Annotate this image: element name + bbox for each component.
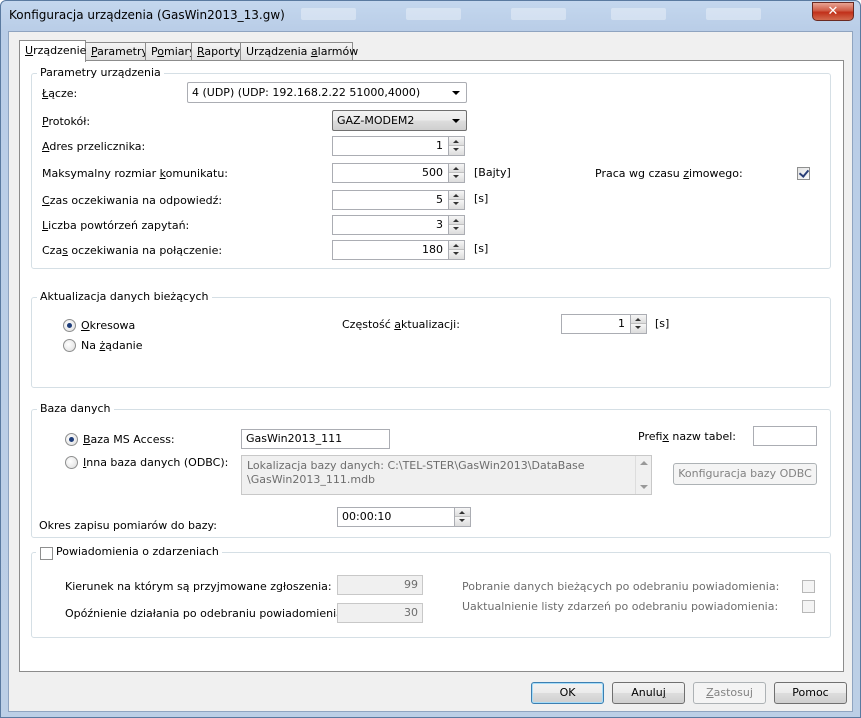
kierunek-input[interactable]: 99	[337, 575, 423, 595]
tab-urzadzenia-alarmow[interactable]: Urządzenia alarmów	[240, 42, 358, 61]
spin-buttons[interactable]	[448, 137, 464, 155]
lokalizacja-textarea[interactable]: Lokalizacja bazy danych: C:\TEL-STER\Gas…	[241, 455, 652, 495]
spin-buttons[interactable]	[454, 508, 470, 526]
prefix-label: Prefix nazw tabel:	[638, 430, 736, 443]
background-window-title	[406, 8, 461, 20]
na-zadanie-radio[interactable]	[63, 339, 76, 352]
odbc-label[interactable]: Inna baza danych (ODBC):	[83, 456, 228, 469]
group-parametry-urzadzenia: Parametry urządzenia Łącze: 4 (UDP) (UDP…	[31, 66, 831, 269]
odbc-config-button[interactable]: Konfiguracja bazy ODBC	[673, 463, 817, 485]
group-label: Baza danych	[37, 402, 114, 415]
spin-buttons[interactable]	[448, 216, 464, 234]
czas-odp-stepper[interactable]: 5	[332, 190, 465, 210]
czas-odp-unit: [s]	[474, 192, 489, 205]
spin-buttons[interactable]	[448, 241, 464, 259]
czas-pol-label: Czas oczekiwania na połączenie:	[42, 244, 223, 257]
ms-access-label[interactable]: Baza MS Access:	[83, 433, 175, 446]
window-title: Konfiguracja urządzenia (GasWin2013_13.g…	[9, 8, 285, 22]
protokol-select[interactable]: GAZ-MODEM2	[332, 110, 467, 131]
opoznienie-input[interactable]: 30	[337, 603, 423, 623]
praca-zimowa-checkbox[interactable]	[797, 167, 810, 180]
tab-urzadzenie[interactable]: Urządzenie	[19, 40, 86, 62]
lokalizacja-text: \GasWin2013_111.mdb	[247, 473, 376, 486]
lacze-select[interactable]: 4 (UDP) (UDP: 192.168.2.22 51000,4000)	[187, 82, 467, 103]
czestosc-stepper[interactable]: 1	[561, 314, 647, 334]
odbc-radio[interactable]	[65, 456, 78, 469]
tab-raporty[interactable]: Raporty	[191, 42, 241, 61]
czas-odp-label: Czas oczekiwania na odpowiedź:	[42, 194, 223, 207]
okresowa-label[interactable]: Okresowa	[81, 319, 135, 332]
lokalizacja-text: Lokalizacja bazy danych: C:\TEL-STER\Gas…	[247, 459, 585, 472]
group-powiadomienia: Powiadomienia o zdarzeniach Kierunek na …	[31, 545, 831, 638]
lacze-label: Łącze:	[42, 87, 78, 100]
pobranie-checkbox[interactable]	[802, 580, 815, 593]
close-icon: ✕	[827, 4, 839, 19]
cancel-button[interactable]: Anuluj	[612, 682, 685, 704]
na-zadanie-label[interactable]: Na żądanie	[81, 339, 143, 352]
opoznienie-label: Opóźnienie działania po odebraniu powiad…	[65, 607, 347, 620]
max-rozmiar-stepper[interactable]: 500	[332, 163, 465, 183]
dialog-window: Konfiguracja urządzenia (GasWin2013_13.g…	[0, 0, 861, 718]
czas-pol-stepper[interactable]: 180	[332, 240, 465, 260]
tab-panel-urzadzenie: Parametry urządzenia Łącze: 4 (UDP) (UDP…	[19, 60, 844, 672]
background-window-title	[301, 8, 356, 20]
protokol-label: Protokół:	[42, 115, 91, 128]
ms-access-radio[interactable]	[65, 433, 78, 446]
vertical-scrollbar[interactable]	[635, 456, 651, 494]
help-button[interactable]: Pomoc	[774, 682, 847, 704]
spin-buttons[interactable]	[630, 315, 646, 333]
dialog-client-area: Urządzenie Parametry Pomiary Raporty Urz…	[8, 31, 853, 712]
apply-button[interactable]: Zastosuj	[693, 682, 766, 704]
group-aktualizacja: Aktualizacja danych bieżących Okresowa N…	[31, 290, 831, 388]
okresowa-radio[interactable]	[63, 319, 76, 332]
czas-pol-unit: [s]	[474, 242, 489, 255]
praca-zimowa-label: Praca wg czasu zimowego:	[595, 167, 743, 180]
czestosc-label: Częstość aktualizacji:	[342, 318, 460, 331]
group-baza-danych: Baza danych Baza MS Access: GasWin2013_1…	[31, 402, 831, 538]
powtorzenia-stepper[interactable]: 3	[332, 215, 465, 235]
max-rozmiar-label: Maksymalny rozmiar komunikatu:	[42, 167, 228, 180]
adres-label: Adres przelicznika:	[42, 140, 146, 153]
ms-access-input[interactable]: GasWin2013_111	[241, 429, 390, 449]
adres-stepper[interactable]: 1	[332, 136, 465, 156]
tab-pomiary[interactable]: Pomiary	[145, 42, 196, 61]
background-window-title	[706, 8, 761, 20]
okres-zapisu-label: Okres zapisu pomiarów do bazy:	[39, 519, 217, 532]
ok-button[interactable]: OK	[531, 682, 604, 704]
powtorzenia-label: Liczba powtórzeń zapytań:	[42, 219, 190, 232]
chevron-down-icon	[452, 91, 460, 95]
group-label: Parametry urządzenia	[37, 66, 164, 79]
max-rozmiar-unit: [Bajty]	[474, 166, 511, 179]
group-label: Powiadomienia o zdarzeniach	[36, 545, 222, 558]
spin-buttons[interactable]	[448, 164, 464, 182]
czestosc-unit: [s]	[655, 317, 670, 330]
group-label: Aktualizacja danych bieżących	[37, 290, 212, 303]
uaktualnienie-label: Uaktualnienie listy zdarzeń po odebraniu…	[462, 600, 779, 613]
background-window-title	[511, 8, 566, 20]
tab-parametry[interactable]: Parametry	[85, 42, 148, 61]
background-window-title	[611, 8, 666, 20]
powiadomienia-checkbox[interactable]	[40, 547, 53, 560]
spin-buttons[interactable]	[448, 191, 464, 209]
chevron-down-icon	[452, 119, 460, 123]
prefix-input[interactable]	[753, 426, 817, 446]
uaktualnienie-checkbox[interactable]	[802, 600, 815, 613]
title-bar[interactable]: Konfiguracja urządzenia (GasWin2013_13.g…	[1, 1, 860, 29]
pobranie-label: Pobranie danych bieżących po odebraniu p…	[462, 580, 780, 593]
close-button[interactable]: ✕	[812, 2, 854, 21]
okres-zapisu-stepper[interactable]: 00:00:10	[337, 507, 471, 527]
kierunek-label: Kierunek na którym są przyjmowane zgłosz…	[65, 580, 332, 593]
